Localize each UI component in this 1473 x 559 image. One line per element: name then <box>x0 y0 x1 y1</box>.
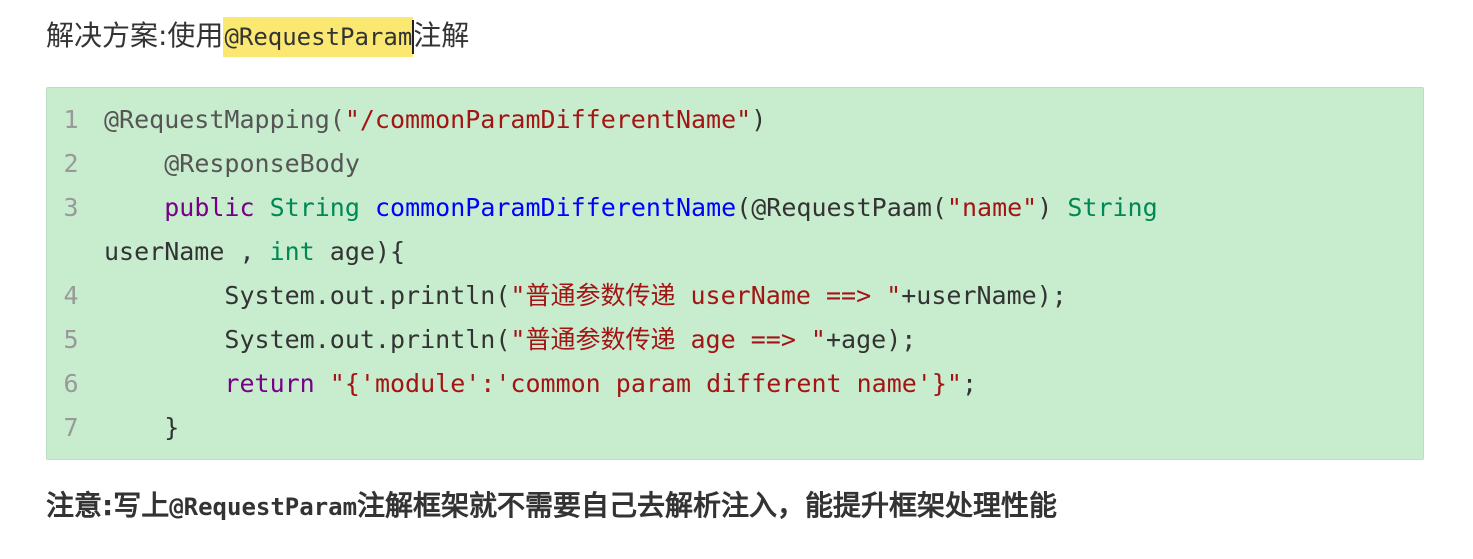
code-text: userName , int age){ <box>104 230 405 274</box>
code-token: ) <box>1037 193 1068 222</box>
heading-suffix: 注解 <box>413 19 470 52</box>
line-number: 3 <box>63 193 79 222</box>
code-token: "普通参数传递 age ==> " <box>510 325 826 354</box>
code-token: @ResponseBody <box>164 149 360 178</box>
code-token: } <box>164 413 180 442</box>
code-token: +age); <box>825 325 917 354</box>
code-token: "name" <box>946 193 1038 222</box>
code-token: "{'module':'common param different name'… <box>329 369 962 398</box>
code-token: +userName); <box>901 281 1067 310</box>
code-text: @ResponseBody <box>104 142 360 186</box>
code-token: System.out.println( <box>224 325 511 354</box>
line-number: 7 <box>63 413 79 442</box>
code-token: int <box>269 237 315 266</box>
code-token: commonParamDifferentName <box>374 193 737 222</box>
code-token: "普通参数传递 userName ==> " <box>510 281 902 310</box>
code-text: public String commonParamDifferentName(@… <box>104 186 1158 230</box>
code-text: System.out.println("普通参数传递 age ==> "+age… <box>104 318 916 362</box>
code-token: "/commonParamDifferentName" <box>344 105 752 134</box>
line-number: 1 <box>63 105 79 134</box>
code-text: } <box>104 406 179 450</box>
code-text: System.out.println("普通参数传递 userName ==> … <box>104 274 1067 318</box>
code-text: return "{'module':'common param differen… <box>104 362 977 406</box>
line-number: 5 <box>63 325 79 354</box>
note-text: 注意:写上@RequestParam注解框架就不需要自己去解析注入，能提升框架处… <box>46 484 1057 528</box>
code-token: @RequestMapping( <box>104 105 345 134</box>
note-suffix: 注解框架就不需要自己去解析注入，能提升框架处理性能 <box>357 489 1058 522</box>
code-block: 1 @RequestMapping("/commonParamDifferentN… <box>46 87 1424 460</box>
note-prefix: 注意:写上 <box>46 489 170 522</box>
code-token: (@RequestPaam( <box>736 193 947 222</box>
solution-heading: 解决方案:使用@RequestParam注解 <box>46 14 469 58</box>
heading-prefix: 解决方案:使用 <box>46 19 224 52</box>
code-token: public <box>164 193 255 222</box>
highlighted-annotation: @RequestParam <box>223 17 414 57</box>
code-token: String <box>1067 193 1158 222</box>
code-token: String <box>269 193 360 222</box>
code-token: ; <box>961 369 978 398</box>
code-text: @RequestMapping("/commonParamDifferentNa… <box>104 98 766 142</box>
line-number: 4 <box>63 281 79 310</box>
line-number: 2 <box>63 149 79 178</box>
code-token: age){ <box>314 237 406 266</box>
code-token: System.out.println( <box>224 281 511 310</box>
line-number: 6 <box>63 369 79 398</box>
note-annotation: @RequestParam <box>169 493 358 521</box>
code-token: return <box>224 369 315 398</box>
code-token: userName , <box>104 237 270 266</box>
code-token: ) <box>751 105 767 134</box>
